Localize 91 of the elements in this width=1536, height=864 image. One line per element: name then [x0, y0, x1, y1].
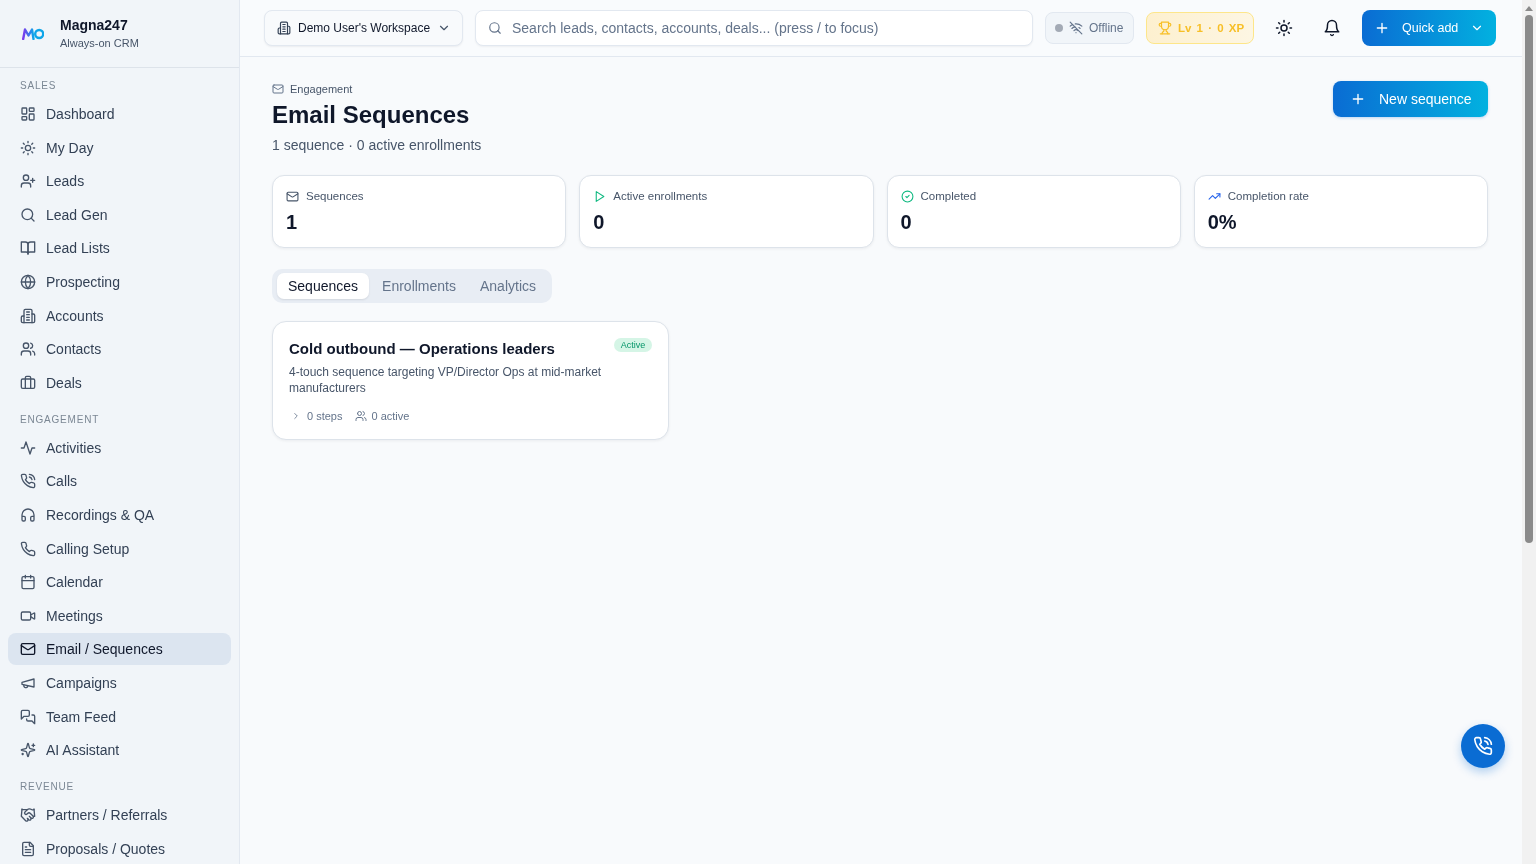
search-icon: [20, 206, 36, 223]
breadcrumb: Engagement: [290, 82, 353, 97]
nav-item[interactable]: Lead Gen: [8, 198, 231, 231]
stat-value: 0: [593, 210, 606, 234]
nav-item[interactable]: Calendar: [8, 566, 231, 599]
stat-label: Completion rate: [1227, 189, 1309, 204]
status-badge: Active: [613, 338, 653, 352]
nav-item[interactable]: Accounts: [8, 299, 231, 332]
nav-item[interactable]: Team Feed: [8, 700, 231, 733]
sequence-name: Cold outbound — Operations leaders: [289, 339, 555, 359]
nav-item[interactable]: Proposals / Quotes: [8, 832, 231, 864]
sequence-description: 4-touch sequence targeting VP/Director Ops at mid-market manufacturers: [289, 364, 603, 396]
step-count: 0 steps: [307, 409, 343, 424]
sun-icon: [20, 139, 36, 156]
phone-icon: [1473, 736, 1493, 756]
book-icon: [20, 240, 36, 257]
section-heading: ENGAGEMENT: [19, 412, 101, 427]
mail-icon: [286, 189, 299, 203]
trophy-icon: [1158, 21, 1172, 35]
mail-icon: [272, 83, 284, 95]
call-button[interactable]: [1461, 724, 1505, 768]
play-icon: [593, 189, 607, 203]
phone-call-icon: [20, 473, 36, 490]
scrollbar-track[interactable]: [1522, 0, 1536, 864]
building-icon: [277, 21, 291, 35]
search-field[interactable]: Search leads, contacts, accounts, deals... (press / to focus): [475, 10, 1033, 46]
tab[interactable]: Analytics: [469, 273, 547, 299]
nav-item[interactable]: Dashboard: [8, 98, 231, 130]
building-icon: [20, 307, 36, 324]
new-sequence-button[interactable]: New sequence: [1333, 81, 1488, 117]
workspace-selector[interactable]: Demo User's Workspace: [264, 10, 463, 46]
page-title: Email Sequences: [272, 100, 471, 130]
nav-item[interactable]: Activities: [8, 431, 231, 464]
tab[interactable]: Enrollments: [371, 273, 467, 299]
user-plus-icon: [20, 173, 36, 190]
mail-icon: [20, 641, 36, 658]
sequence-card[interactable]: Cold outbound — Operations leaders Active 4-touch sequence targeting VP/Director Ops at mid-market manufacturers 0 steps 0 active: [272, 321, 670, 440]
sun-icon[interactable]: [1275, 19, 1293, 37]
briefcase-icon: [20, 374, 36, 391]
users-icon: [355, 410, 368, 422]
enrollment-count: 0 active: [371, 409, 410, 424]
tab[interactable]: Sequences: [277, 273, 370, 299]
nav-item[interactable]: Leads: [8, 165, 231, 198]
nav-item[interactable]: Deals: [8, 366, 231, 399]
stat-label: Sequences: [306, 189, 364, 204]
nav-item[interactable]: Prospecting: [8, 265, 231, 298]
logo-icon: [22, 27, 44, 40]
xp-text: Lv 1 · 0 XP: [1178, 22, 1245, 34]
nav-item[interactable]: Contacts: [8, 333, 231, 366]
pulse-icon: [20, 439, 36, 456]
brand-tagline: Always-on CRM: [60, 35, 139, 50]
chat-bubbles-icon: [20, 708, 36, 725]
check-circle-icon: [900, 189, 914, 203]
nav-item[interactable]: AI Assistant: [8, 734, 231, 767]
headphones-icon: [20, 506, 36, 523]
stat-label: Active enrollments: [613, 189, 708, 204]
nav-item[interactable]: Calls: [8, 465, 231, 498]
stat-value: 1: [286, 210, 299, 234]
bell-icon[interactable]: [1323, 19, 1341, 37]
nav-item[interactable]: Partners / Referrals: [8, 799, 231, 832]
plus-icon: [1374, 20, 1390, 36]
nav-item[interactable]: Lead Lists: [8, 232, 231, 265]
sparkle-icon: [20, 742, 36, 759]
page-subtitle: 1 sequence · 0 active enrollments: [272, 136, 482, 155]
chevron-right-icon: [291, 411, 301, 421]
grid-icon: [20, 106, 36, 122]
nav-item[interactable]: Meetings: [8, 599, 231, 632]
section-heading: REVENUE: [19, 780, 75, 795]
scroll-up-arrow-icon[interactable]: [1525, 6, 1533, 11]
section-heading: SALES: [19, 79, 58, 93]
users-icon: [20, 341, 36, 358]
phone-icon: [20, 540, 36, 557]
document-icon: [20, 840, 36, 857]
stat-value: 0: [900, 210, 913, 234]
nav-item[interactable]: Calling Setup: [8, 532, 231, 565]
globe-icon: [20, 273, 36, 290]
nav-item[interactable]: Campaigns: [8, 666, 231, 699]
scrollbar-thumb[interactable]: [1525, 15, 1533, 543]
calendar-icon: [20, 574, 36, 591]
plus-icon: [1350, 91, 1366, 107]
quick-add-button[interactable]: Quick add: [1362, 10, 1496, 46]
status-label: Offline: [1089, 21, 1124, 35]
nav-item[interactable]: My Day: [8, 131, 231, 164]
stat-value: 0%: [1207, 210, 1238, 234]
nav-item[interactable]: Email / Sequences: [8, 633, 231, 666]
search-icon: [488, 21, 502, 35]
handshake-icon: [20, 807, 36, 824]
stat-label: Completed: [920, 189, 977, 204]
wifi-off-icon: [1069, 21, 1083, 35]
nav-item[interactable]: Recordings & QA: [8, 498, 231, 531]
brand-name: Magna247: [60, 15, 129, 34]
